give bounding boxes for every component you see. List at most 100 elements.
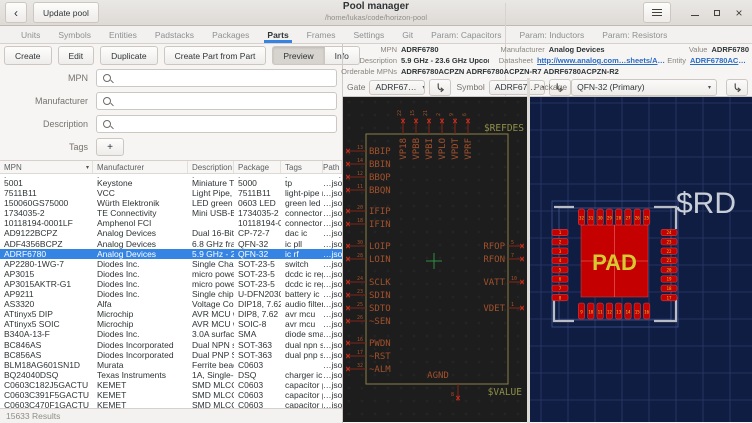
window-subtitle: /home/lukas/code/horizon-pool — [150, 13, 602, 22]
column-header-mpn[interactable]: MPN▾ — [0, 161, 93, 173]
table-row[interactable]: C0603C391F5GACTUKEMETSMD MLCC, …C0603cap… — [0, 390, 342, 400]
svg-text:13: 13 — [616, 310, 622, 315]
table-cell: diode sma — [281, 329, 323, 339]
table-row[interactable]: ATtinyx5 SOICMicrochipAVR MCU wit…SOIC-8… — [0, 319, 342, 329]
table-cell: AS3320 — [0, 299, 93, 309]
column-header-path[interactable]: Path — [323, 161, 342, 173]
tab-param-inductors[interactable]: Param: Inductors — [510, 26, 593, 43]
gate-combo[interactable]: ADRF67… ▾ — [369, 80, 425, 95]
package-canvas[interactable]: PAD3291243110223301132229124212813520271… — [530, 97, 752, 422]
table-cell — [281, 360, 323, 370]
table-row[interactable]: 7511B11VCCLight Pipe, 3 …7511B11light-pi… — [0, 188, 342, 198]
table-row[interactable]: AP3015Diodes Inc.micro power …SOT-23-5dc… — [0, 269, 342, 279]
create-button[interactable]: Create — [4, 46, 52, 65]
goto-gate-button[interactable] — [429, 79, 451, 96]
table-cell: DSQ — [234, 370, 281, 380]
table-row[interactable]: ADRF6780Analog Devices5.9 GHz - 23…QFN-3… — [0, 249, 342, 259]
tab-git[interactable]: Git — [393, 26, 422, 43]
description-search-input[interactable] — [96, 115, 337, 133]
tab-parts[interactable]: Parts — [258, 26, 297, 43]
update-pool-button[interactable]: Update pool — [33, 2, 99, 23]
svg-text:12: 12 — [607, 310, 613, 315]
table-cell: Voltage Contr… — [188, 299, 234, 309]
table-row[interactable]: BQ24040DSQTexas Instruments1A, Single-In… — [0, 370, 342, 380]
tab-frames[interactable]: Frames — [298, 26, 345, 43]
table-cell: avr mcu — [281, 319, 323, 329]
table-cell: 1734035-2 — [234, 208, 281, 218]
tags-filter-label: Tags — [0, 142, 96, 152]
goto-package-button[interactable] — [726, 79, 748, 96]
table-row[interactable]: BLM18AG601SN1DMurataFerrite bead, …C0603… — [0, 360, 342, 370]
table-cell: 7511B11 — [0, 188, 93, 198]
table-row[interactable]: 5001KeystoneMiniature TH…5000tp…json — [0, 178, 342, 188]
table-row[interactable]: ATtinyx5 DIPMicrochipAVR MCU wit…DIP8, 7… — [0, 309, 342, 319]
add-tag-button[interactable]: + — [96, 138, 124, 156]
tab-settings[interactable]: Settings — [344, 26, 393, 43]
table-row[interactable]: AS3320AlfaVoltage Contr…DIP18, 7.62 …aud… — [0, 299, 342, 309]
tab-entities[interactable]: Entities — [100, 26, 146, 43]
close-button[interactable]: × — [731, 5, 747, 21]
svg-text:9: 9 — [449, 113, 455, 116]
table-cell: BC846AS — [0, 340, 93, 350]
table-row[interactable]: B340A-13-FDiodes Inc.3.0A surface …SMAdi… — [0, 329, 342, 339]
table-row[interactable]: ADF4356BCPZAnalog Devices6.8 GHz frac-…Q… — [0, 239, 342, 249]
column-header-package[interactable]: Package — [234, 161, 281, 173]
parts-toolbar: Create Edit Duplicate Create Part from P… — [4, 46, 338, 64]
svg-text:VATT: VATT — [483, 278, 505, 288]
preview-toggle[interactable]: Preview — [272, 46, 324, 65]
table-cell: SOT-363 — [234, 340, 281, 350]
table-row[interactable]: BC856ASDiodes IncorporatedDual PNP Sm…SO… — [0, 350, 342, 360]
duplicate-button[interactable]: Duplicate — [100, 46, 157, 65]
column-header-description[interactable]: Description — [188, 161, 234, 173]
symbol-canvas[interactable]: $REFDES$VALUE13BBIP14BBIN12BBQP11BBQN20I… — [343, 97, 527, 422]
table-cell: 1734035-2 — [0, 208, 93, 218]
table-row[interactable]: C0603C470F1GACTUKEMETSMD MLCC, …C0603cap… — [0, 400, 342, 408]
tab-padstacks[interactable]: Padstacks — [146, 26, 203, 43]
table-row[interactable]: AD9122BCPZAnalog DevicesDual 16-Bit, 1…C… — [0, 228, 342, 238]
tab-symbols[interactable]: Symbols — [49, 26, 100, 43]
mpn-search-input[interactable] — [96, 69, 337, 87]
table-row[interactable]: C0603C182J5GACTUKEMETSMD MLCC, …C0603cap… — [0, 380, 342, 390]
table-cell: Alfa — [93, 299, 188, 309]
table-cell: Ferrite bead, … — [188, 360, 234, 370]
table-cell: capacitor pas… — [281, 380, 323, 390]
table-row[interactable]: AP2280-1WG-7Diodes Inc.Single Chann…SOT-… — [0, 259, 342, 269]
package-combo[interactable]: QFN-32 (Primary) ▾ — [571, 79, 717, 96]
table-row[interactable]: 1734035-2TE ConnectivityMini USB-B r…173… — [0, 208, 342, 218]
table-row[interactable]: AP9211Diodes Inc.Single chip Li-…U-DFN20… — [0, 289, 342, 299]
description-value: 5.9 GHz - 23.6 GHz Upconverter — [401, 56, 489, 65]
window-title: Pool manager — [150, 1, 602, 13]
tab-units[interactable]: Units — [12, 26, 49, 43]
table-cell: …json — [323, 390, 342, 400]
entity-link[interactable]: ADRF6780ACPZN-R7 — [690, 56, 749, 65]
manufacturer-search-input[interactable] — [96, 92, 337, 110]
back-button[interactable]: ‹ — [5, 2, 27, 23]
table-row[interactable]: 10118194-0001LFAmphenol FCI10118194-00…c… — [0, 218, 342, 228]
svg-text:25: 25 — [644, 216, 650, 221]
tab-param-resistors[interactable]: Param: Resistors — [593, 26, 676, 43]
table-row[interactable]: 150060GS75000Würth ElektronikLED green c… — [0, 198, 342, 208]
refdes-text: $REFDES — [484, 123, 524, 134]
table-row[interactable]: AP3015AKTR-G1Diodes Inc.micro power…SOT-… — [0, 279, 342, 289]
svg-text:10: 10 — [588, 310, 594, 315]
tab-param-capacitors[interactable]: Param: Capacitors — [422, 26, 510, 43]
svg-text:BBIN: BBIN — [369, 160, 391, 170]
datasheet-link[interactable]: http://www.analog.com…sheets/ADRF6780.pd… — [537, 56, 667, 65]
table-cell: Dual 16-Bit, 1… — [188, 228, 234, 238]
tab-packages[interactable]: Packages — [203, 26, 258, 43]
table-cell: micro power … — [188, 269, 234, 279]
create-part-from-part-button[interactable]: Create Part from Part — [164, 46, 267, 65]
table-cell: Murata — [93, 360, 188, 370]
description-label: Description — [343, 56, 397, 65]
column-header-tags[interactable]: Tags — [281, 161, 323, 173]
column-header-manufacturer[interactable]: Manufacturer — [93, 161, 188, 173]
svg-text:22: 22 — [666, 249, 672, 254]
table-row[interactable]: BC846ASDiodes IncorporatedDual NPN sm…SO… — [0, 340, 342, 350]
table-cell: AVR MCU wit… — [188, 309, 234, 319]
svg-text:25: 25 — [357, 302, 363, 308]
table-cell: Dual NPN sm… — [188, 340, 234, 350]
minimize-button[interactable] — [687, 5, 703, 21]
edit-button[interactable]: Edit — [58, 46, 95, 65]
menu-button[interactable] — [643, 2, 671, 23]
maximize-button[interactable] — [709, 5, 725, 21]
